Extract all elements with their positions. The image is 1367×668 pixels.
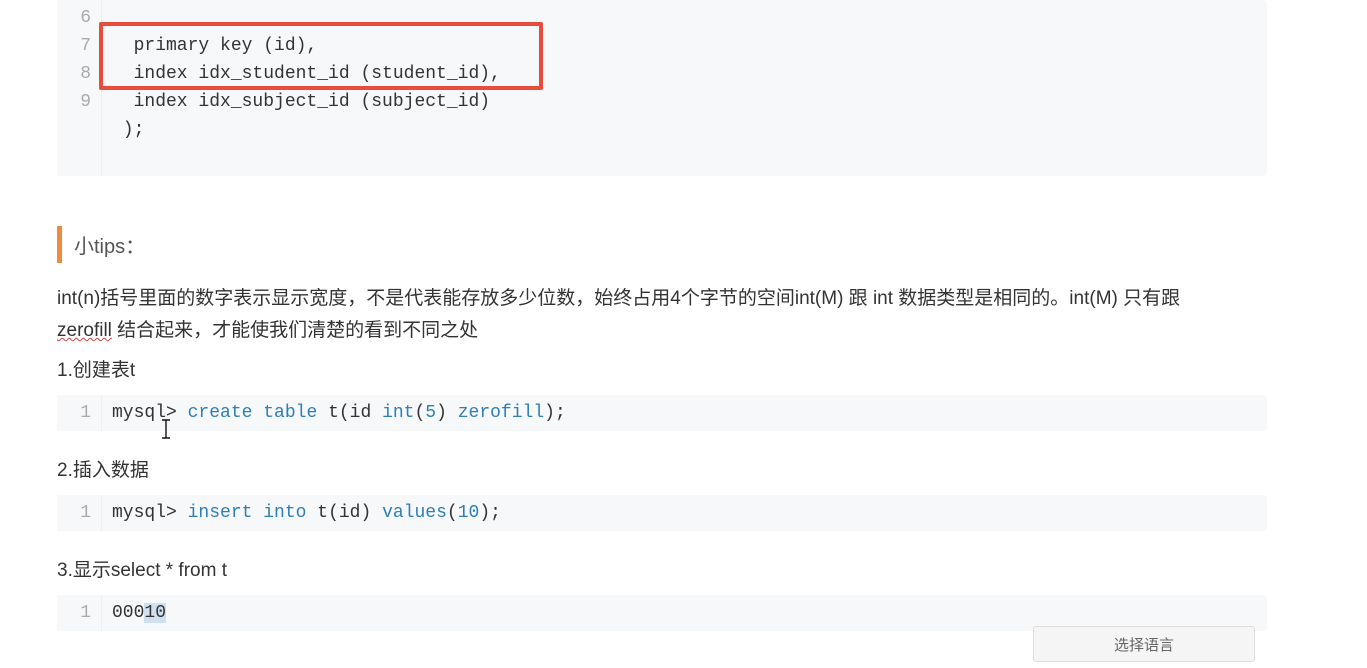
code-line: index idx_subject_id (subject_id) [112, 92, 490, 112]
line-number: 1 [67, 499, 91, 527]
line-gutter: 1 [57, 395, 102, 431]
step-3-label: 3.显示select * from t [57, 555, 1267, 587]
tips-zerofill-word: zerofill [57, 320, 112, 341]
line-gutter: 1 [57, 495, 102, 531]
line-gutter: 6 7 8 9 [57, 0, 102, 176]
line-number: 1 [67, 399, 91, 427]
step-1-label: 1.创建表t [57, 355, 1267, 387]
keyword-table: table [263, 403, 317, 423]
keyword-insert: insert [188, 503, 253, 523]
code-line: primary key (id), [112, 36, 317, 56]
tips-text-seg2: 结合起来，才能使我们清楚的看到不同之处 [112, 320, 478, 341]
selected-text: 10 [144, 603, 166, 623]
code-text: t(id) [306, 503, 382, 523]
tips-callout: 小tips： [57, 226, 1267, 263]
line-number: 9 [67, 88, 91, 116]
code-block-2: 1 mysql> create table t(id int(5) zerofi… [57, 395, 1267, 431]
line-number: 7 [67, 32, 91, 60]
step-2-label: 2.插入数据 [57, 455, 1267, 487]
line-number: 6 [67, 4, 91, 32]
keyword-into: into [263, 503, 306, 523]
code-block-3: 1 mysql> insert into t(id) values(10); [57, 495, 1267, 531]
code-text: mysql [112, 403, 166, 423]
keyword-create: create [188, 403, 253, 423]
tips-label: 小tips： [74, 236, 145, 258]
code-line: index idx_student_id (student_id), [112, 64, 501, 84]
code-text: mysql> [112, 503, 188, 523]
literal-5: 5 [425, 403, 436, 423]
line-number: 8 [67, 60, 91, 88]
select-language-label: 选择语言 [1114, 634, 1174, 655]
code-content: mysql> insert into t(id) values(10); [102, 495, 1267, 531]
tips-text-seg1: int(n)括号里面的数字表示显示宽度，不是代表能存放多少位数，始终占用4个字节… [57, 288, 1180, 309]
line-gutter: 1 [57, 595, 102, 631]
code-content: primary key (id), index idx_student_id (… [102, 0, 1267, 176]
code-content: mysql> create table t(id int(5) zerofill… [102, 395, 1267, 431]
code-text: t(id [317, 403, 382, 423]
tips-paragraph: int(n)括号里面的数字表示显示宽度，不是代表能存放多少位数，始终占用4个字节… [57, 283, 1267, 347]
select-language-button[interactable]: 选择语言 [1033, 626, 1255, 662]
keyword-int: int [382, 403, 414, 423]
line-number: 1 [67, 599, 91, 627]
code-text: 000 [112, 603, 144, 623]
literal-10: 10 [458, 503, 480, 523]
keyword-zerofill: zerofill [458, 403, 544, 423]
keyword-values: values [382, 503, 447, 523]
code-line: ); [112, 120, 144, 140]
code-block-1: 6 7 8 9 primary key (id), index idx_stud… [57, 0, 1267, 176]
